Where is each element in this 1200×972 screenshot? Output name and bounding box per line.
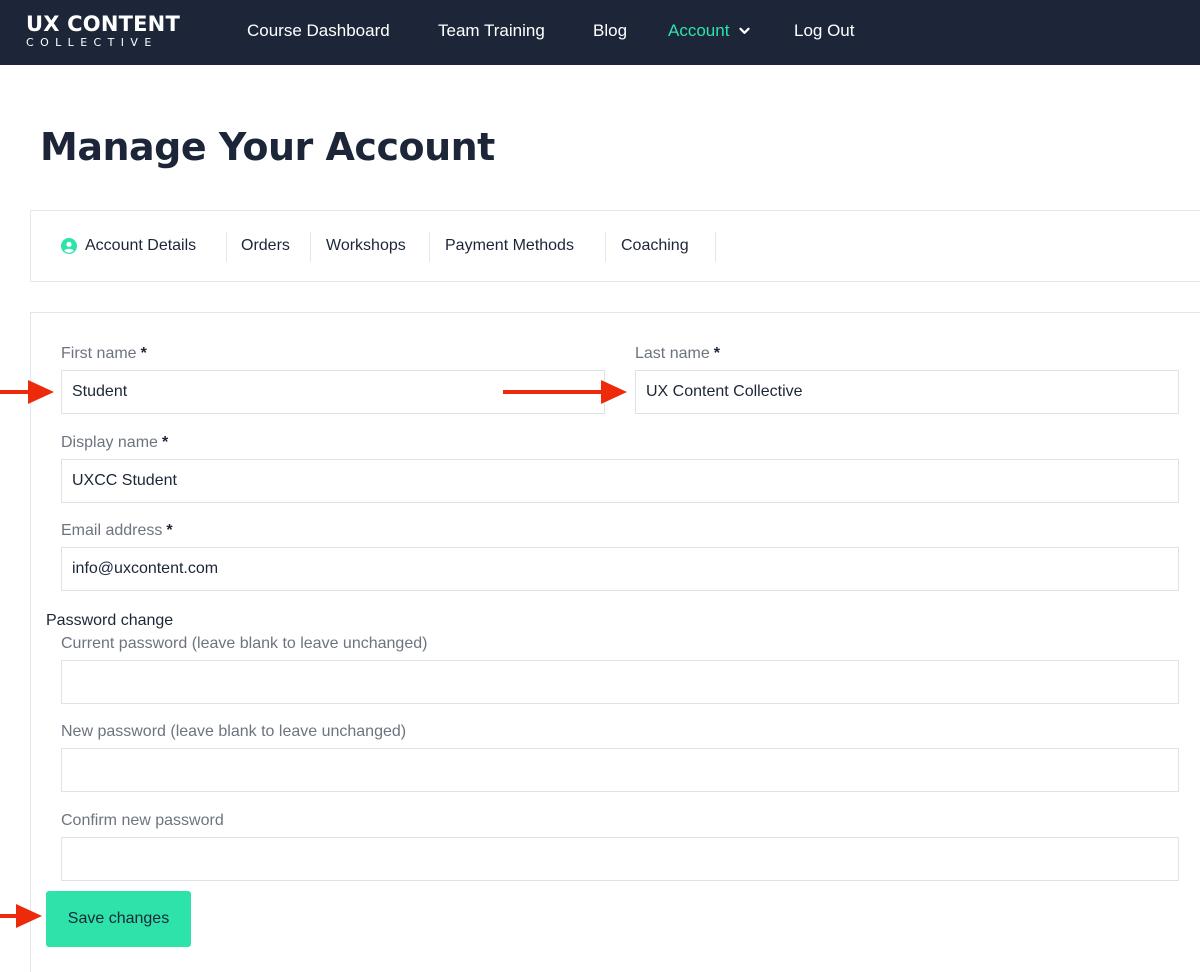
required-marker: * bbox=[140, 345, 147, 362]
display-name-label-text: Display name bbox=[61, 434, 158, 451]
account-tabs: Account Details Orders Workshops Payment… bbox=[30, 210, 1200, 282]
tab-workshops[interactable]: Workshops bbox=[326, 235, 406, 257]
email-input[interactable] bbox=[61, 547, 1179, 591]
first-name-label-text: First name bbox=[61, 345, 137, 362]
email-label-text: Email address bbox=[61, 522, 163, 539]
tab-account-details[interactable]: Account Details bbox=[85, 235, 196, 257]
red-arrow-icon bbox=[0, 380, 54, 404]
user-circle-icon bbox=[61, 238, 77, 254]
tab-divider bbox=[715, 232, 716, 262]
nav-account-label: Account bbox=[668, 21, 730, 40]
new-password-input[interactable] bbox=[61, 748, 1179, 792]
password-change-heading: Password change bbox=[46, 612, 174, 629]
display-name-label: Display name * bbox=[61, 432, 168, 454]
confirm-password-label: Confirm new password bbox=[61, 812, 224, 829]
tab-divider bbox=[226, 232, 227, 262]
last-name-input[interactable] bbox=[635, 370, 1179, 414]
last-name-label-text: Last name bbox=[635, 345, 710, 362]
new-password-label: New password (leave blank to leave uncha… bbox=[61, 723, 407, 740]
first-name-label: First name * bbox=[61, 343, 147, 365]
top-navigation-bar: UX CONTENT COLLECTIVE Course Dashboard T… bbox=[0, 0, 1200, 65]
tab-payment-methods[interactable]: Payment Methods bbox=[445, 235, 574, 257]
required-marker: * bbox=[166, 522, 173, 539]
chevron-down-icon bbox=[739, 19, 751, 41]
current-password-input[interactable] bbox=[61, 660, 1179, 704]
current-password-label: Current password (leave blank to leave u… bbox=[61, 635, 428, 652]
logo-sub-text: COLLECTIVE bbox=[26, 36, 158, 49]
red-arrow-icon bbox=[503, 380, 627, 404]
tab-coaching[interactable]: Coaching bbox=[621, 235, 689, 257]
save-changes-button[interactable]: Save changes bbox=[46, 891, 191, 947]
last-name-label: Last name * bbox=[635, 343, 720, 365]
tab-divider bbox=[605, 232, 606, 262]
tab-divider bbox=[429, 232, 430, 262]
required-marker: * bbox=[161, 434, 169, 451]
tab-divider bbox=[310, 232, 311, 262]
required-marker: * bbox=[713, 345, 720, 362]
logo-main-text: UX CONTENT bbox=[26, 12, 180, 36]
nav-blog[interactable]: Blog bbox=[593, 20, 627, 42]
nav-log-out[interactable]: Log Out bbox=[794, 20, 855, 42]
site-logo[interactable]: UX CONTENT COLLECTIVE bbox=[26, 13, 180, 49]
nav-course-dashboard[interactable]: Course Dashboard bbox=[247, 20, 390, 42]
confirm-password-input[interactable] bbox=[61, 837, 1179, 881]
nav-team-training[interactable]: Team Training bbox=[438, 20, 545, 42]
page-title: Manage Your Account bbox=[40, 125, 495, 169]
tab-orders[interactable]: Orders bbox=[241, 235, 290, 257]
nav-account[interactable]: Account bbox=[668, 19, 751, 43]
email-label: Email address * bbox=[61, 520, 173, 542]
red-arrow-icon bbox=[0, 904, 42, 928]
display-name-input[interactable] bbox=[61, 459, 1179, 503]
